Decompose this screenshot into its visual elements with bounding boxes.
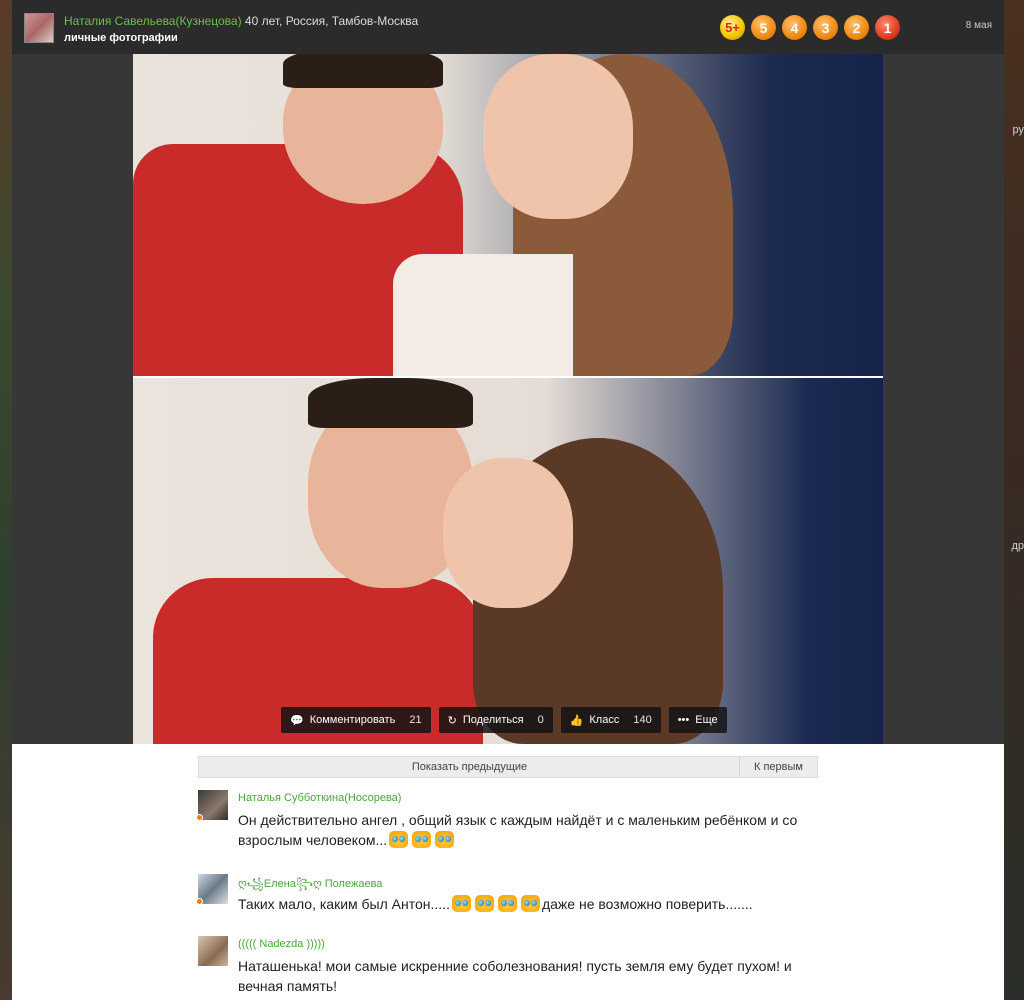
comment-text: Он действительно ангел , общий язык с ка… <box>238 810 808 850</box>
hair-shape <box>283 54 443 88</box>
share-button[interactable]: ↻ Поделиться 0 <box>438 707 553 733</box>
smiley-icon <box>451 895 471 912</box>
author-line: Наталия Савельева(Кузнецова) 40 лет, Рос… <box>64 14 418 28</box>
comment-label: Комментировать <box>309 714 396 726</box>
author-info: 40 лет, Россия, Тамбов-Москва <box>241 14 419 28</box>
comments-section: Показать предыдущие К первым Наталья Суб… <box>12 744 1004 1000</box>
background-page-right: ру др <box>1004 0 1024 1000</box>
comment-body: Он действительно ангел , общий язык с ка… <box>238 812 798 848</box>
comment-item: ((((( Nadezda ))))) Наташенька! мои самы… <box>198 936 818 996</box>
rate-4-button[interactable]: 4 <box>782 15 807 40</box>
comment-icon: 💬 <box>290 714 304 727</box>
smiley-icon <box>520 895 540 912</box>
comment-count: 21 <box>409 714 422 726</box>
comments-nav-bar: Показать предыдущие К первым <box>198 756 818 778</box>
background-text-fragment: др <box>1011 540 1024 552</box>
share-icon: ↻ <box>447 714 457 727</box>
share-count: 0 <box>537 714 544 726</box>
smiley-icon <box>412 831 432 848</box>
like-icon: 👍 <box>569 714 584 727</box>
commenter-name-link[interactable]: ((((( Nadezda ))))) <box>238 938 325 950</box>
more-button[interactable]: ••• Еще <box>668 707 727 733</box>
photo-panel-bottom <box>133 378 883 744</box>
more-icon: ••• <box>677 714 690 726</box>
photo-image[interactable] <box>133 54 883 744</box>
comment-body-start: Таких мало, каким был Антон..... <box>238 896 450 912</box>
smiley-icon <box>474 895 494 912</box>
share-label: Поделиться <box>462 714 524 726</box>
rate-2-button[interactable]: 2 <box>844 15 869 40</box>
hair-shape <box>308 378 473 428</box>
comment-item: ღ꧁Елена꧂ღ Полежаева Таких мало, каким бы… <box>196 874 818 924</box>
photo-date: 8 мая <box>965 20 992 31</box>
comment-text: Таких мало, каким был Антон..... даже не … <box>238 894 808 914</box>
commenter-avatar[interactable] <box>198 936 228 966</box>
comment-text: Наташенька! мои самые искренние соболезн… <box>238 958 792 994</box>
more-label: Еще <box>695 714 718 726</box>
sleeve-shape <box>393 254 573 376</box>
rate-5-button[interactable]: 5 <box>751 15 776 40</box>
comment-body-end: даже не возможно поверить....... <box>541 896 753 912</box>
rating-buttons: 5+ 5 4 3 2 1 <box>720 15 900 40</box>
to-first-button[interactable]: К первым <box>739 757 817 777</box>
rate-1-button[interactable]: 1 <box>875 15 900 40</box>
like-label: Класс <box>589 714 620 726</box>
comment-item: Наталья Субботкина(Носорева) Он действит… <box>196 790 818 860</box>
face-shape <box>483 54 633 219</box>
author-avatar[interactable] <box>24 13 54 43</box>
album-link[interactable]: личные фотографии <box>64 32 178 44</box>
rate-5plus-button[interactable]: 5+ <box>720 15 745 40</box>
like-button[interactable]: 👍 Класс 140 <box>560 707 661 733</box>
smiley-icon <box>497 895 517 912</box>
like-count: 140 <box>633 714 652 726</box>
background-page-left <box>0 0 12 1000</box>
photo-header: Наталия Савельева(Кузнецова) 40 лет, Рос… <box>12 0 1004 54</box>
rate-3-button[interactable]: 3 <box>813 15 838 40</box>
comment-button[interactable]: 💬 Комментировать 21 <box>281 707 431 733</box>
photo-action-bar: 💬 Комментировать 21 ↻ Поделиться 0 👍 Кла… <box>281 707 727 733</box>
online-indicator <box>196 814 203 821</box>
author-name-link[interactable]: Наталия Савельева(Кузнецова) <box>64 14 242 28</box>
face-shape <box>443 458 573 608</box>
photo-panel-top <box>133 54 883 376</box>
commenter-name-link[interactable]: Наталья Субботкина(Носорева) <box>238 792 401 804</box>
smiley-icon <box>389 831 409 848</box>
online-indicator <box>196 898 203 905</box>
smiley-icon <box>435 831 455 848</box>
show-previous-button[interactable]: Показать предыдущие <box>199 757 740 777</box>
background-text-fragment: ру <box>1012 124 1024 136</box>
